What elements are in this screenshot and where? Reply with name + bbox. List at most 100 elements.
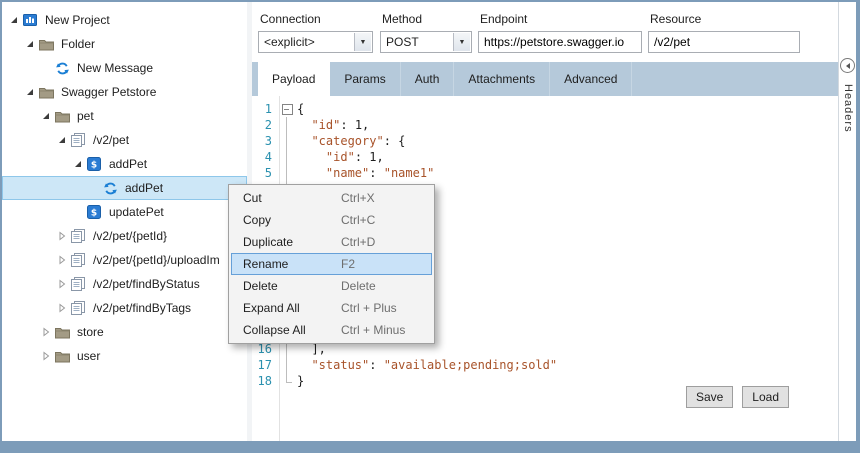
headers-panel-label[interactable]: Headers [842,84,854,133]
line-number: 2 [252,117,276,133]
code-text: { [297,101,304,117]
tree-expander-icon[interactable] [54,228,70,244]
menu-item-label: Duplicate [243,235,341,249]
tab-label: Advanced [564,72,617,86]
tree-item[interactable]: New Message [2,56,247,80]
fold-collapse-icon[interactable] [282,101,297,117]
line-number: 18 [252,373,276,389]
menu-item-rename[interactable]: Rename F2 [231,253,432,275]
tree-item[interactable]: Swagger Petstore [2,80,247,104]
tree-expander-icon[interactable] [70,156,86,172]
code-text: "status": "available;pending;sold" [297,357,557,373]
tree-item[interactable]: store [2,320,247,344]
tab-auth[interactable]: Auth [401,62,455,96]
code-line[interactable]: 17 "status": "available;pending;sold" [252,357,838,373]
menu-item-shortcut: Ctrl + Minus [341,323,405,337]
tree-expander-icon[interactable] [54,276,70,292]
line-number: 1 [252,101,276,117]
menu-item-expand-all[interactable]: Expand All Ctrl + Plus [229,297,434,319]
tree-item[interactable]: New Project [2,8,247,32]
code-line[interactable]: 5 "name": "name1" [252,165,838,181]
code-text: } [297,373,304,389]
connection-select[interactable]: <explicit> ▼ [258,31,373,53]
connection-label: Connection [260,12,373,26]
menu-item-shortcut: Ctrl+C [341,213,375,227]
tree-expander-icon[interactable] [22,36,38,52]
menu-item-shortcut: Ctrl+X [341,191,375,205]
code-line[interactable]: 4 "id": 1, [252,149,838,165]
tree-item[interactable]: /v2/pet/findByStatus [2,272,247,296]
tab-payload[interactable]: Payload [258,62,330,96]
method-select[interactable]: POST ▼ [380,31,472,53]
tab-attachments[interactable]: Attachments [454,62,550,96]
expander-spacer [86,180,102,196]
tree-expander-icon[interactable] [6,12,22,28]
fold-marker [282,357,297,373]
chevron-down-icon: ▼ [354,33,371,51]
endpoint-label: Endpoint [480,12,642,26]
tree-expander-icon[interactable] [54,132,70,148]
tree-expander-icon[interactable] [38,324,54,340]
tree-expander-icon[interactable] [54,252,70,268]
resource-icon [70,300,86,316]
menu-item-cut[interactable]: Cut Ctrl+X [229,187,434,209]
tree-expander-icon[interactable] [54,300,70,316]
resource-label: Resource [650,12,800,26]
tab-label: Payload [272,72,315,86]
tab-advanced[interactable]: Advanced [550,62,632,96]
method-icon: $ [86,156,102,172]
headers-side-panel: Headers [838,2,856,441]
tree-item[interactable]: user [2,344,247,368]
tree-item-label: /v2/pet/findByTags [90,301,194,315]
tree-expander-icon[interactable] [22,84,38,100]
tree-item[interactable]: Folder [2,32,247,56]
tree-item-label: New Message [74,61,156,75]
code-line[interactable]: 2 "id": 1, [252,117,838,133]
menu-item-label: Rename [243,257,341,271]
tree-item-label: /v2/pet/{petId} [90,229,170,243]
endpoint-field: Endpoint [478,12,642,53]
expand-headers-button[interactable] [840,58,855,73]
tree-expander-icon[interactable] [38,348,54,364]
expander-spacer [38,60,54,76]
menu-item-label: Collapse All [243,323,341,337]
menu-item-delete[interactable]: Delete Delete [229,275,434,297]
tab-label: Attachments [468,72,535,86]
load-button[interactable]: Load [742,386,789,408]
code-text: "id": 1, [297,117,369,133]
save-button[interactable]: Save [686,386,733,408]
code-line[interactable]: 3 "category": { [252,133,838,149]
resource-icon [70,228,86,244]
tree-item-label: store [74,325,107,339]
tree-item[interactable]: /v2/pet/{petId}/uploadIm [2,248,247,272]
resource-input[interactable] [648,31,800,53]
sync-icon [102,180,118,196]
tree-item-label: New Project [42,13,113,27]
line-number: 4 [252,149,276,165]
resource-icon [70,132,86,148]
tree-item[interactable]: addPet [2,176,247,200]
tree-item[interactable]: $ addPet [2,152,247,176]
menu-item-duplicate[interactable]: Duplicate Ctrl+D [229,231,434,253]
menu-item-shortcut: Ctrl + Plus [341,301,397,315]
tree-item[interactable]: /v2/pet [2,128,247,152]
tree-item-label: addPet [122,181,166,195]
method-value: POST [386,35,419,49]
line-number: 5 [252,165,276,181]
tree-item[interactable]: /v2/pet/{petId} [2,224,247,248]
code-line[interactable]: 1 { [252,101,838,117]
menu-item-copy[interactable]: Copy Ctrl+C [229,209,434,231]
tab-params[interactable]: Params [330,62,400,96]
chevron-down-icon: ▼ [453,33,470,51]
endpoint-input[interactable] [478,31,642,53]
fold-marker [282,373,297,389]
tree-item[interactable]: $ updatePet [2,200,247,224]
tree-item[interactable]: /v2/pet/findByTags [2,296,247,320]
tree-item[interactable]: pet [2,104,247,128]
menu-item-label: Delete [243,279,341,293]
menu-item-collapse-all[interactable]: Collapse All Ctrl + Minus [229,319,434,341]
resource-icon [70,276,86,292]
chevron-left-icon [846,63,850,69]
tree-expander-icon[interactable] [38,108,54,124]
menu-item-label: Copy [243,213,341,227]
